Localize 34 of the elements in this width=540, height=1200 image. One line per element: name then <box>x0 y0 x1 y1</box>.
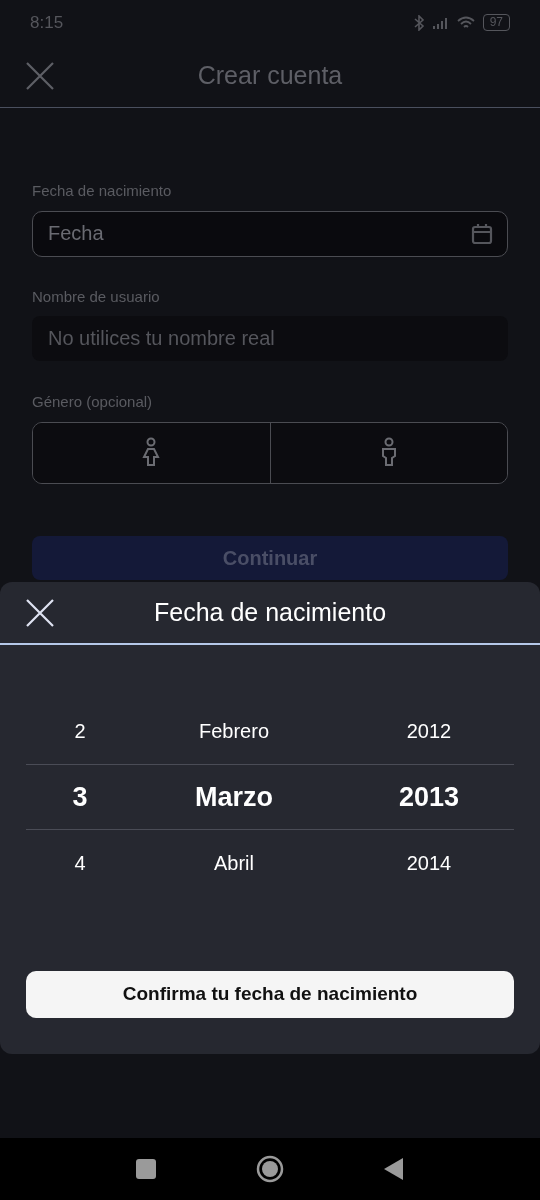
male-figure-icon <box>379 436 398 469</box>
home-nav-icon[interactable] <box>256 1155 284 1183</box>
bluetooth-icon <box>412 14 425 31</box>
month-value: Marzo <box>194 780 274 814</box>
day-value: 4 <box>73 851 87 876</box>
female-figure-icon <box>142 436 161 469</box>
close-icon[interactable] <box>24 596 56 629</box>
picker-row[interactable]: 2 Febrero 2012 <box>26 698 514 764</box>
gender-option[interactable] <box>33 422 270 483</box>
square-nav-icon[interactable] <box>136 1159 156 1179</box>
confirm-button[interactable]: Confirma tu fecha de nacimiento <box>26 971 514 1018</box>
back-nav-icon[interactable] <box>384 1158 404 1180</box>
status-time: 8:15 <box>30 11 64 34</box>
date-field[interactable]: Fecha <box>32 210 508 257</box>
wifi-icon <box>456 15 475 30</box>
field-label: Género (opcional) <box>32 392 154 412</box>
day-value: 3 <box>71 780 89 814</box>
year-value: 2013 <box>397 780 461 814</box>
field-label: Nombre de usuario <box>32 286 161 307</box>
sheet-title: Fecha de nacimiento <box>153 596 387 628</box>
screen-title: Crear cuenta <box>197 60 343 92</box>
battery-indicator: 97 <box>482 14 510 31</box>
calendar-icon <box>471 222 493 245</box>
gender-option[interactable] <box>269 422 507 483</box>
picker-row[interactable]: 3 Marzo 2013 <box>26 764 514 830</box>
month-value: Abril <box>213 851 255 876</box>
day-value: 2 <box>73 719 87 744</box>
month-value: Febrero <box>198 719 270 744</box>
year-value: 2014 <box>405 851 453 876</box>
year-value: 2012 <box>405 719 453 744</box>
field-label: Fecha de nacimiento <box>32 181 173 201</box>
signal-icon <box>432 16 449 29</box>
picker-row[interactable]: 4 Abril 2014 <box>26 830 514 896</box>
username-field[interactable]: No utilices tu nombre real <box>32 316 508 361</box>
